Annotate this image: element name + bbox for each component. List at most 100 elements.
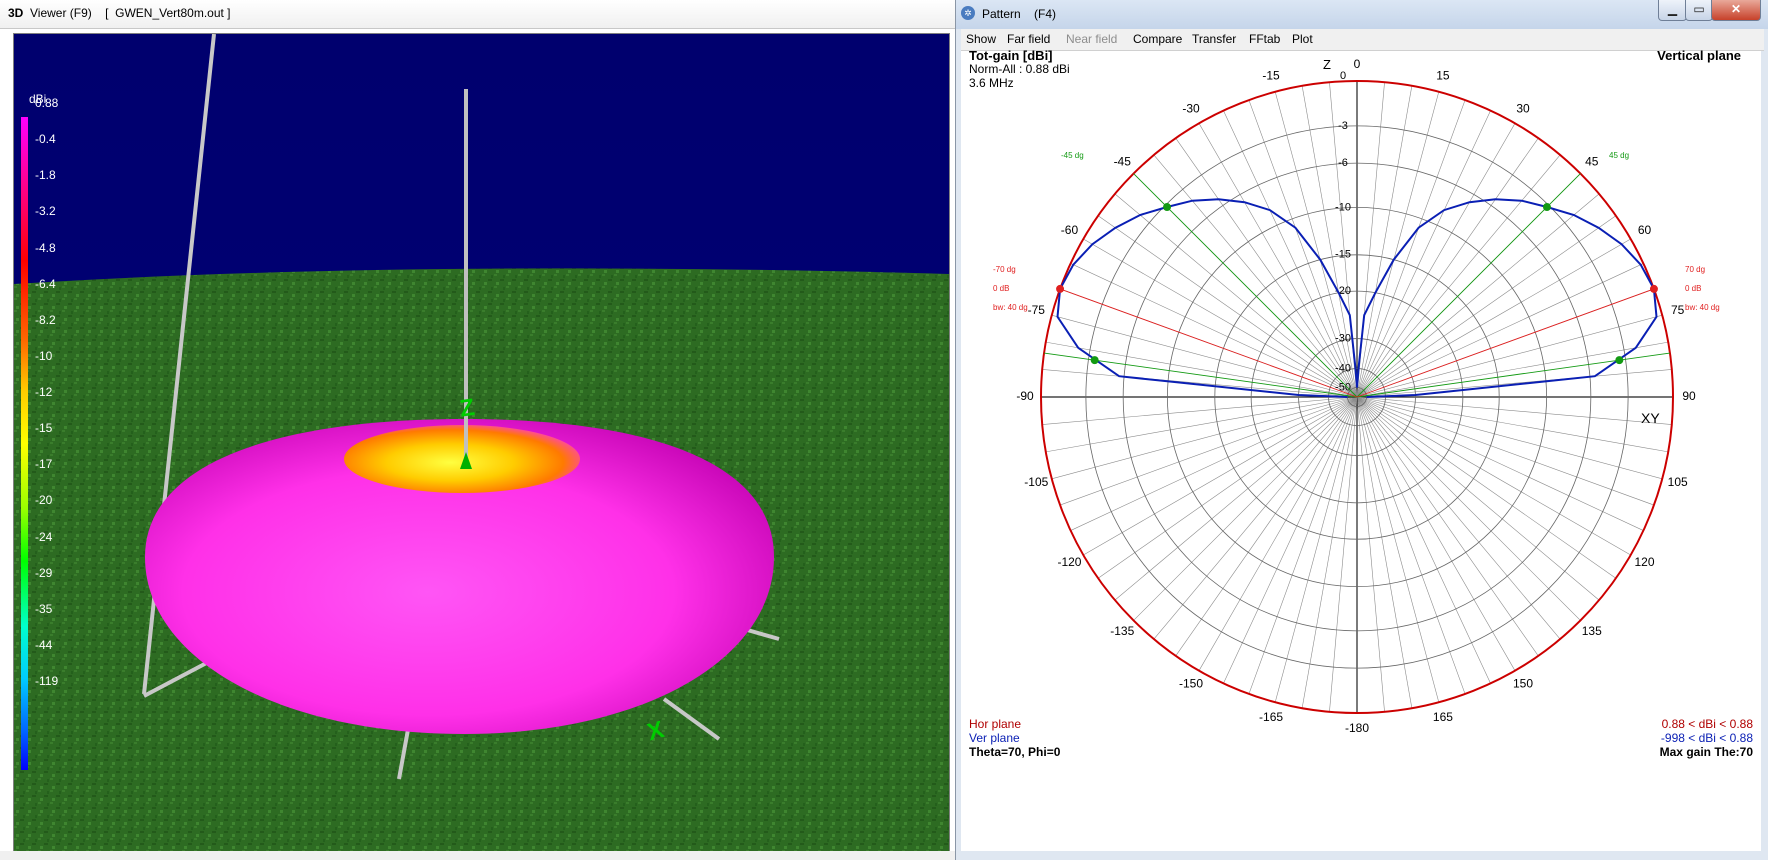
hor-range-label: 0.88 < dBi < 0.88	[1661, 717, 1753, 731]
color-scale-tick: -3.2	[35, 204, 56, 219]
maximize-button[interactable]: ▭	[1685, 0, 1713, 21]
pattern-app-icon: ✲	[961, 6, 975, 20]
angle-label: 105	[1668, 475, 1688, 489]
legend-ver-plane: Ver plane	[969, 731, 1020, 745]
angle-label: 30	[1516, 102, 1530, 116]
polar-spoke	[1356, 396, 1466, 695]
angle-label: -180	[1345, 721, 1369, 735]
minimize-button[interactable]: ▁	[1658, 0, 1687, 21]
polar-spoke	[1356, 396, 1385, 712]
angle-label: -120	[1057, 555, 1081, 569]
color-scale-tick: -1.8	[35, 168, 56, 183]
polar-spoke	[1223, 396, 1358, 684]
viewer-title: Viewer (F9) [ GWEN_Vert80m.out ]	[30, 6, 231, 20]
menu-compare[interactable]: Compare	[1133, 32, 1182, 46]
menu-show[interactable]: Show	[966, 32, 996, 46]
menu-plot[interactable]: Plot	[1292, 32, 1313, 46]
angle-label: -15	[1262, 68, 1280, 82]
angle-label: 75	[1671, 303, 1685, 317]
polar-spoke	[1356, 91, 1440, 398]
color-scale-tick: -119	[35, 674, 59, 688]
angle-label: -105	[1024, 475, 1048, 489]
angle-label: -165	[1259, 710, 1283, 724]
angle-label: 120	[1635, 555, 1655, 569]
polar-plot: 0-3-6-10-15-20-30-40-5001530456075901051…	[993, 57, 1720, 735]
angle-label: 0	[1354, 57, 1361, 71]
color-scale-tick: -12	[35, 385, 53, 399]
color-scale-tick: -8.2	[35, 312, 56, 327]
max-gain-label: Max gain The:70	[1659, 745, 1753, 759]
polar-spoke	[1051, 396, 1358, 480]
menu-transfer[interactable]: Transfer	[1192, 32, 1236, 46]
viewer-bottom-border	[0, 851, 955, 860]
ring-label: 0	[1340, 70, 1346, 82]
plot-title: Tot-gain [dBi]	[969, 48, 1053, 63]
menu-far-field[interactable]: Far field	[1007, 32, 1050, 46]
color-scale-tick: -29	[35, 565, 53, 580]
marker-label-left-70: -70 dg	[993, 265, 1016, 274]
polar-spoke	[1070, 396, 1358, 531]
angle-label: 135	[1582, 624, 1602, 638]
marker-label-left-45: -45 dg	[1061, 151, 1084, 160]
menu-near-field[interactable]: Near field	[1066, 32, 1117, 46]
color-scale-tick: -4.8	[35, 240, 56, 255]
menu-fftab[interactable]: FFtab	[1249, 32, 1280, 46]
polar-spoke	[1329, 396, 1358, 712]
marker-label-right-bw: bw: 40 dg	[1685, 303, 1720, 312]
angle-label: 90	[1682, 389, 1696, 403]
pattern-menubar: Show Far field Near field Compare Transf…	[961, 29, 1764, 51]
color-scale-tick: -0.4	[35, 132, 56, 147]
angle-label: 150	[1513, 677, 1533, 691]
polar-spoke	[1356, 396, 1663, 480]
color-scale-tick: -44	[35, 637, 53, 652]
3d-scene[interactable]: Z X	[13, 33, 950, 853]
green-marker-dot	[1615, 356, 1624, 365]
angle-label: -30	[1182, 102, 1200, 116]
pattern-window: ✲ Pattern (F4) ▁ ▭ ✕ Show Far field Near…	[955, 0, 1768, 860]
angle-label: -90	[1016, 389, 1034, 403]
color-scale-tick: 0.88	[35, 96, 59, 110]
marker-label-right-0db: 0 dB	[1685, 284, 1701, 293]
ring-label: -40	[1335, 362, 1351, 374]
polar-plot-area[interactable]: 0 -3 -6 -10 -15 -20 -30 -40 -50 0 15 30 45 60 75 90 105 1…	[961, 48, 1761, 851]
polar-spoke	[1356, 396, 1644, 531]
polar-spoke	[1042, 396, 1358, 425]
3d-viewer-window: 3D Viewer (F9) [ GWEN_Vert80m.out ] Z X …	[0, 0, 955, 860]
angle-label: 60	[1638, 223, 1652, 237]
polar-spoke	[1059, 396, 1358, 506]
angle-label: -75	[1028, 303, 1046, 317]
angle-label: 165	[1433, 710, 1453, 724]
ver-range-label: -998 < dBi < 0.88	[1660, 731, 1753, 745]
viewer-titlebar[interactable]: 3D Viewer (F9) [ GWEN_Vert80m.out ]	[0, 0, 955, 29]
norm-label: Norm-All : 0.88 dBi	[969, 62, 1070, 76]
plane-title: Vertical plane	[1657, 48, 1741, 63]
angle-label: -45	[1114, 154, 1132, 168]
ring-label: -15	[1335, 249, 1351, 261]
color-scale-tick: -35	[35, 601, 53, 616]
polar-spoke	[1248, 396, 1358, 695]
pattern-titlebar[interactable]: ✲ Pattern (F4) ▁ ▭ ✕	[956, 0, 1768, 29]
donut-hole	[344, 425, 580, 493]
marker-label-right-45: 45 dg	[1609, 151, 1629, 160]
polar-spoke	[1356, 369, 1672, 398]
polar-spoke	[1274, 396, 1358, 703]
red-marker-line	[1356, 288, 1655, 398]
xy-axis-tag: XY	[1641, 410, 1660, 426]
color-scale-tick: -24	[35, 529, 53, 544]
viewer-app-icon: 3D	[8, 6, 24, 20]
angle-label: -60	[1061, 223, 1079, 237]
green-marker-dot	[1090, 356, 1099, 365]
polar-spoke	[1356, 99, 1466, 398]
legend-hor-plane: Hor plane	[969, 717, 1022, 731]
marker-label-left-0db: 0 dB	[993, 284, 1009, 293]
close-button[interactable]: ✕	[1711, 0, 1761, 21]
red-marker-line	[1059, 288, 1358, 398]
ring-label: -30	[1335, 332, 1351, 344]
green-marker-dot	[1163, 203, 1172, 212]
pattern-title: Pattern (F4)	[982, 7, 1057, 21]
ring-label: -3	[1338, 120, 1348, 132]
angle-label: 45	[1585, 154, 1599, 168]
ring-label: -6	[1338, 157, 1348, 169]
scene-canvas[interactable]: Z X	[14, 34, 949, 852]
angle-label: 15	[1436, 68, 1450, 82]
